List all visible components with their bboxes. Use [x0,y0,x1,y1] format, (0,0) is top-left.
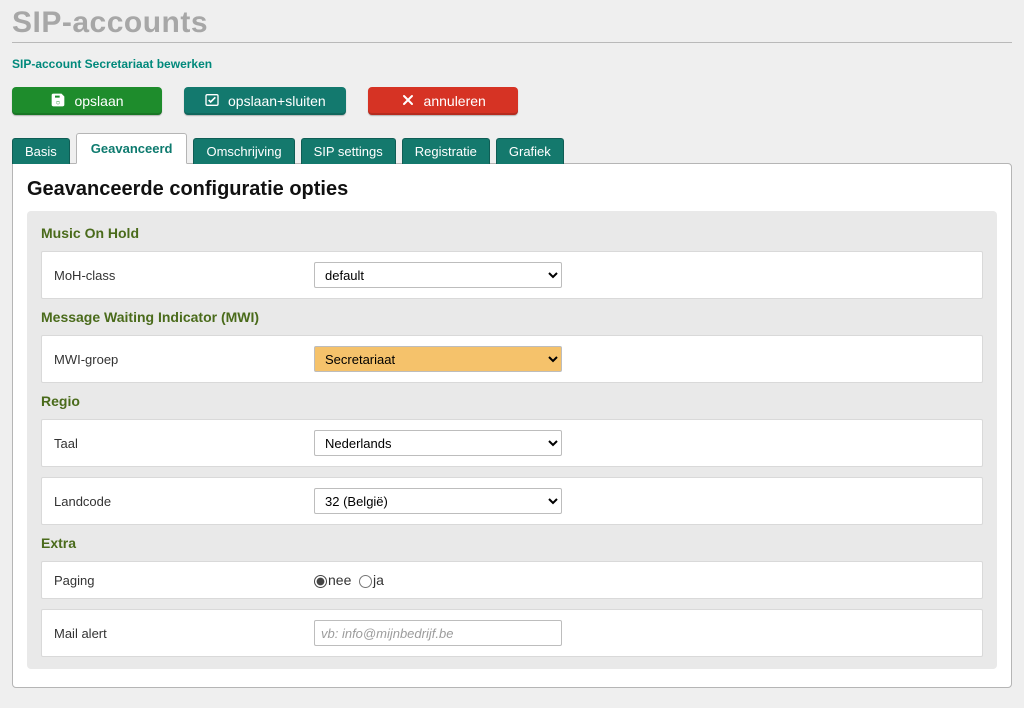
paging-yes-radio[interactable] [359,575,372,588]
action-bar: opslaan opslaan+sluiten annuleren [12,87,1012,115]
tab-description[interactable]: Omschrijving [193,138,294,164]
tab-advanced[interactable]: Geavanceerd [76,133,188,164]
moh-class-label: MoH-class [54,268,314,283]
tab-sip-settings[interactable]: SIP settings [301,138,396,164]
countrycode-label: Landcode [54,494,314,509]
mwi-group-select[interactable]: Secretariaat [314,346,562,372]
advanced-panel: Geavanceerde configuratie opties Music O… [12,163,1012,688]
tab-basis[interactable]: Basis [12,138,70,164]
row-paging: Paging nee ja [41,561,983,599]
row-mwi-group: MWI-groep Secretariaat [41,335,983,383]
paging-no-label: nee [328,572,351,588]
row-moh-class: MoH-class default [41,251,983,299]
paging-no-option[interactable]: nee [314,572,351,588]
row-countrycode: Landcode 32 (België) [41,477,983,525]
section-title-regio: Regio [41,393,983,409]
mail-alert-label: Mail alert [54,626,314,641]
tab-bar: Basis Geavanceerd Omschrijving SIP setti… [12,133,1012,164]
title-divider [12,42,1012,43]
row-language: Taal Nederlands [41,419,983,467]
row-mail-alert: Mail alert [41,609,983,657]
panel-title: Geavanceerde configuratie opties [27,178,997,201]
moh-class-select[interactable]: default [314,262,562,288]
save-close-label: opslaan+sluiten [228,93,326,109]
save-icon [50,92,66,111]
tab-registration[interactable]: Registratie [402,138,490,164]
cancel-button[interactable]: annuleren [368,87,518,115]
page-title: SIP-accounts [12,6,1012,40]
tab-chart[interactable]: Grafiek [496,138,564,164]
section-title-moh: Music On Hold [41,225,983,241]
cancel-icon [400,92,416,111]
mwi-group-label: MWI-groep [54,352,314,367]
save-label: opslaan [74,93,123,109]
breadcrumb: SIP-account Secretariaat bewerken [12,57,1012,71]
paging-yes-label: ja [373,572,384,588]
section-title-mwi: Message Waiting Indicator (MWI) [41,309,983,325]
cancel-label: annuleren [424,93,486,109]
save-close-icon [204,92,220,111]
language-select[interactable]: Nederlands [314,430,562,456]
section-title-extra: Extra [41,535,983,551]
mail-alert-input[interactable] [314,620,562,646]
language-label: Taal [54,436,314,451]
advanced-section: Music On Hold MoH-class default Message … [27,211,997,669]
paging-no-radio[interactable] [314,575,327,588]
save-close-button[interactable]: opslaan+sluiten [184,87,346,115]
paging-yes-option[interactable]: ja [359,572,384,588]
paging-label: Paging [54,573,314,588]
countrycode-select[interactable]: 32 (België) [314,488,562,514]
save-button[interactable]: opslaan [12,87,162,115]
